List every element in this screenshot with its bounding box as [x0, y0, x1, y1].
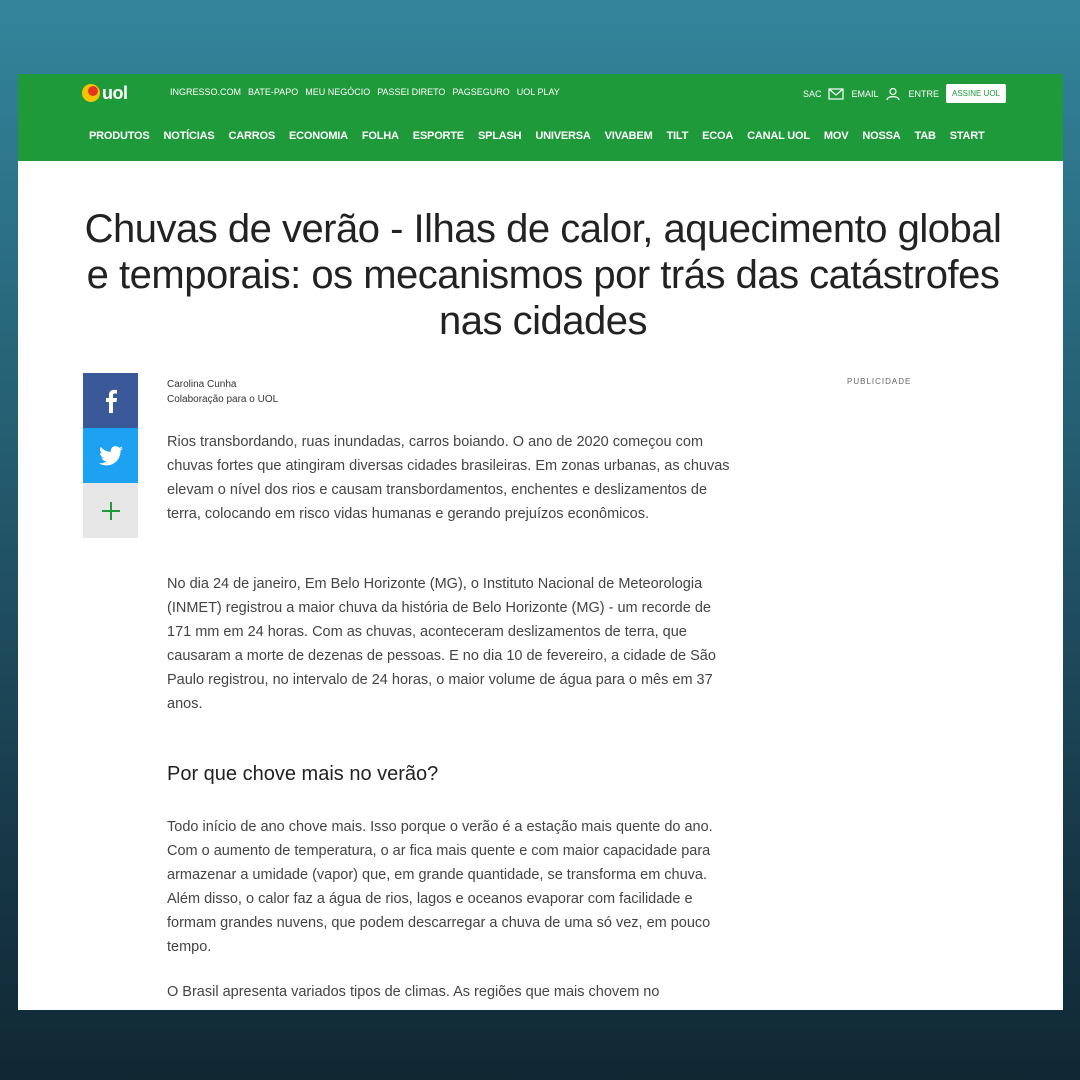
link-pagseguro[interactable]: PAGSEGURO — [452, 87, 509, 97]
author-name: Carolina Cunha — [167, 379, 237, 390]
email-link[interactable]: EMAIL — [851, 89, 878, 99]
paragraph: O Brasil apresenta variados tipos de cli… — [167, 984, 660, 1000]
nav-produtos[interactable]: PRODUTOS — [89, 130, 150, 142]
entre-link[interactable]: ENTRE — [908, 89, 939, 99]
logo-text: uol — [102, 82, 128, 103]
share-bar — [83, 373, 138, 538]
nav-splash[interactable]: SPLASH — [478, 130, 522, 142]
nav-nossa[interactable]: NOSSA — [862, 130, 900, 142]
more-share-button[interactable] — [83, 483, 138, 538]
mail-icon[interactable] — [828, 87, 845, 101]
twitter-icon — [98, 445, 123, 465]
nav-esporte[interactable]: ESPORTE — [413, 130, 464, 142]
account-links: SAC EMAIL ENTRE ASSINE UOL — [803, 84, 1006, 103]
nav-tilt[interactable]: TILT — [667, 130, 689, 142]
link-bate-papo[interactable]: BATE-PAPO — [248, 87, 298, 97]
link-meu-negocio[interactable]: MEU NEGÓCIO — [305, 87, 370, 97]
browser-page: uol INGRESSO.COM BATE-PAPO MEU NEGÓCIO P… — [18, 74, 1063, 1010]
facebook-share-button[interactable] — [83, 373, 138, 428]
link-uol-play[interactable]: UOL PLAY — [517, 87, 560, 97]
article-title: Chuvas de verão - Ilhas de calor, aqueci… — [84, 207, 1002, 343]
publicidade-label: PUBLICIDADE — [847, 377, 912, 386]
section-heading: Por que chove mais no verão? — [167, 763, 439, 785]
nav-canal-uol[interactable]: CANAL UOL — [747, 130, 810, 142]
link-ingresso[interactable]: INGRESSO.COM — [170, 87, 241, 97]
facebook-icon — [105, 389, 117, 413]
nav-ecoa[interactable]: ECOA — [702, 130, 733, 142]
paragraph: Rios transbordando, ruas inundadas, carr… — [167, 434, 730, 522]
paragraph: Todo início de ano chove mais. Isso porq… — [167, 819, 713, 955]
nav-folha[interactable]: FOLHA — [362, 130, 399, 142]
author-block: Carolina Cunha Colaboração para o UOL — [167, 377, 278, 407]
user-icon[interactable] — [885, 87, 901, 101]
plus-icon — [101, 501, 120, 520]
author-role: Colaboração para o UOL — [167, 394, 279, 405]
paragraph: No dia 24 de janeiro, Em Belo Horizonte … — [167, 576, 716, 712]
header-bar: uol INGRESSO.COM BATE-PAPO MEU NEGÓCIO P… — [18, 74, 1063, 161]
top-links: INGRESSO.COM BATE-PAPO MEU NEGÓCIO PASSE… — [170, 87, 560, 97]
nav-start[interactable]: START — [950, 130, 985, 142]
nav-vivabem[interactable]: VIVABEM — [605, 130, 653, 142]
uol-logo-icon — [82, 84, 100, 102]
main-nav: PRODUTOS NOTÍCIAS CARROS ECONOMIA FOLHA … — [89, 130, 985, 142]
nav-tab[interactable]: TAB — [915, 130, 936, 142]
sac-link[interactable]: SAC — [803, 89, 822, 99]
twitter-share-button[interactable] — [83, 428, 138, 483]
nav-universa[interactable]: UNIVERSA — [535, 130, 590, 142]
assine-button[interactable]: ASSINE UOL — [945, 84, 1006, 103]
nav-mov[interactable]: MOV — [824, 130, 849, 142]
nav-carros[interactable]: CARROS — [229, 130, 276, 142]
nav-noticias[interactable]: NOTÍCIAS — [164, 130, 215, 142]
uol-logo[interactable]: uol — [82, 82, 128, 104]
link-passei-direto[interactable]: PASSEI DIRETO — [377, 87, 445, 97]
nav-economia[interactable]: ECONOMIA — [289, 130, 348, 142]
